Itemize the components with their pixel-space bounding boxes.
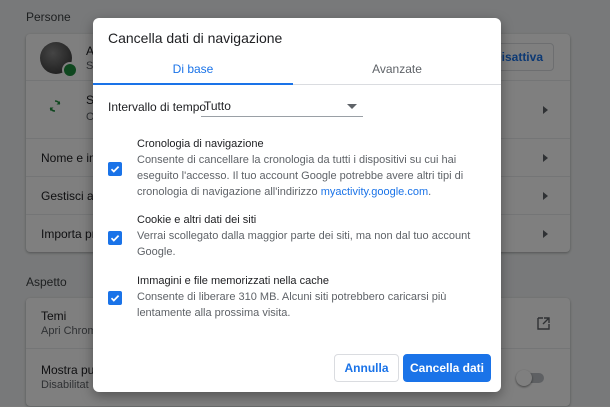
dialog-title: Cancella dati di navigazione (108, 30, 283, 46)
browsing-history-desc: Consente di cancellare la cronologia da … (137, 152, 493, 200)
browsing-history-title: Cronologia di navigazione (137, 138, 264, 150)
time-range-select[interactable]: Tutto (201, 94, 363, 117)
cache-checkbox[interactable] (108, 291, 122, 305)
time-range-value: Tutto (204, 99, 231, 113)
cancel-button[interactable]: Annulla (334, 354, 399, 382)
checkmark-icon (110, 295, 120, 302)
active-tab-indicator (93, 83, 293, 85)
dialog-tabs: Di base Avanzate (93, 54, 501, 85)
cookies-checkbox[interactable] (108, 231, 122, 245)
tab-advanced[interactable]: Avanzate (297, 54, 497, 84)
clear-data-button[interactable]: Cancella dati (403, 354, 491, 382)
cache-title: Immagini e file memorizzati nella cache (137, 275, 329, 287)
cookies-title: Cookie e altri dati dei siti (137, 214, 257, 226)
browsing-history-checkbox[interactable] (108, 162, 122, 176)
clear-browsing-data-dialog: Cancella dati di navigazione Di base Ava… (93, 18, 501, 392)
browsing-history-desc-end: . (428, 186, 432, 198)
myactivity-link[interactable]: myactivity.google.com (321, 186, 428, 198)
cookies-desc: Verrai scollegato dalla maggior parte de… (137, 230, 471, 258)
tab-basic[interactable]: Di base (93, 54, 293, 84)
checkmark-icon (110, 235, 120, 242)
checkmark-icon (110, 166, 120, 173)
cache-desc: Consente di liberare 310 MB. Alcuni siti… (137, 291, 447, 319)
dropdown-arrow-icon (347, 104, 357, 109)
time-range-label: Intervallo di tempo (108, 100, 207, 114)
